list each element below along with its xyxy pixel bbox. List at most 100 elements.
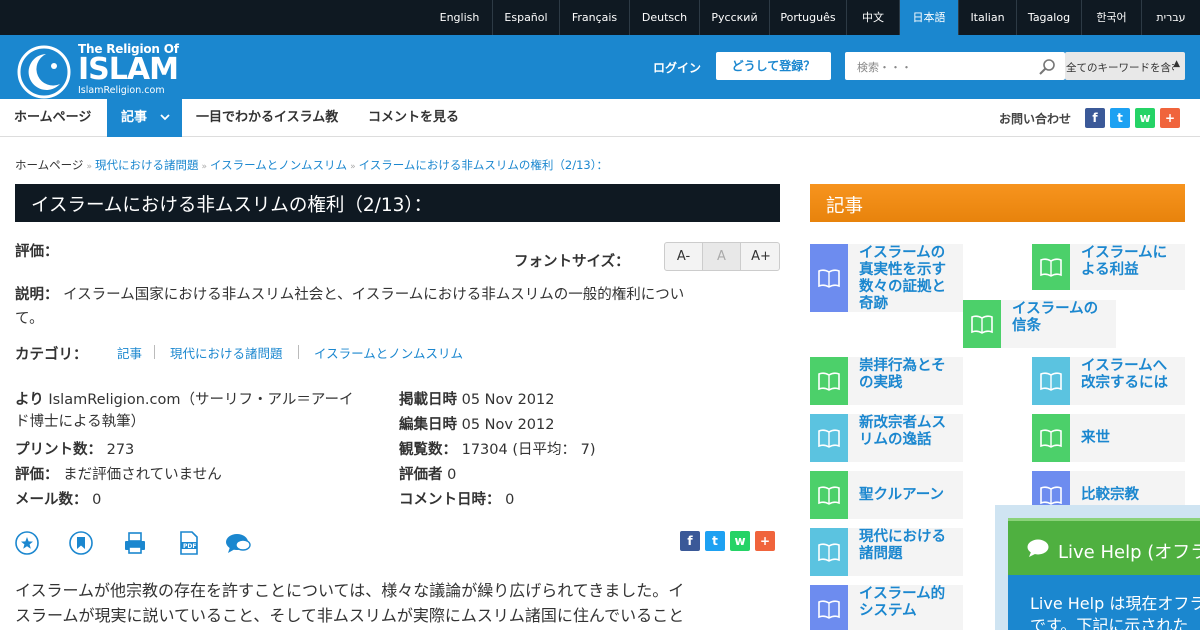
search-scope-select[interactable]: 全てのキーワードを含む ▲ <box>1065 52 1185 80</box>
logo-text-url: IslamReligion.com <box>78 85 165 96</box>
book-icon <box>818 429 840 448</box>
contact-link[interactable]: お問い合わせ <box>999 110 1071 127</box>
sidebar-card-line: 改宗するには <box>1081 375 1168 391</box>
raters-label: 評価者 <box>399 467 443 483</box>
emailed-value: 0 <box>92 492 102 508</box>
comments-icon[interactable] <box>224 530 252 556</box>
lang-hebrew[interactable]: עברית <box>1141 0 1200 35</box>
nav-comments[interactable]: コメントを見る <box>368 99 459 137</box>
lang-portuguese[interactable]: Português <box>769 0 846 35</box>
nav-at-a-glance[interactable]: 一目でわかるイスラム教 <box>196 99 338 137</box>
sidebar-card[interactable]: 聖クルアーン <box>810 471 963 519</box>
emailed-label: メール数： <box>15 492 88 508</box>
live-help-header[interactable]: Live Help (オフライン) <box>1008 518 1200 575</box>
article-body: イスラームが他宗教の存在を許すことについては、様々な議論が繰り広げられてきました… <box>15 578 735 628</box>
sidebar-card-label: 比較宗教 <box>1081 487 1139 504</box>
category-divider <box>154 345 155 359</box>
whatsapp-share-icon[interactable]: w <box>730 531 750 551</box>
main-nav: ホームページ 記事 一目でわかるイスラム教 コメントを見る お問い合わせ f t… <box>0 99 1200 137</box>
lang-italian[interactable]: Italian <box>958 0 1016 35</box>
breadcrumb-nonmuslims[interactable]: イスラームとノンムスリム <box>210 158 347 172</box>
lang-tagalog[interactable]: Tagalog <box>1016 0 1081 35</box>
more-share-icon[interactable]: + <box>755 531 775 551</box>
breadcrumb-current[interactable]: イスラームにおける非ムスリムの権利（2/13）： <box>359 158 608 172</box>
book-icon <box>818 269 840 288</box>
sidebar-card-line: 奇跡 <box>859 296 888 312</box>
login-link[interactable]: ログイン <box>653 59 701 76</box>
pdf-icon[interactable]: PDF <box>176 530 202 556</box>
register-button[interactable]: どうして登録？ <box>716 52 831 80</box>
logo-icon[interactable] <box>16 44 72 100</box>
card-icon-box <box>1032 244 1070 290</box>
sidebar-card[interactable]: 新改宗者ムス リムの逸話 <box>810 414 963 462</box>
favorite-icon[interactable] <box>14 530 40 556</box>
lang-chinese[interactable]: 中文 <box>846 0 899 35</box>
sidebar-card-line: 現代における <box>859 529 946 545</box>
modified-value: 05 Nov 2012 <box>461 417 555 433</box>
lang-korean[interactable]: 한국어 <box>1081 0 1141 35</box>
live-help-title: Live Help (オフライン) <box>1058 542 1200 563</box>
meta-raters: 評価者 0 <box>399 463 456 484</box>
facebook-icon[interactable]: f <box>1085 108 1105 128</box>
live-help-line: です。下記に示された <box>1030 616 1189 630</box>
font-default-button[interactable]: A <box>703 243 741 270</box>
twitter-icon[interactable]: t <box>1110 108 1130 128</box>
sidebar-card-line: 信条 <box>1012 318 1041 334</box>
article-paragraph: イスラームが他宗教の存在を許すことについては、様々な議論が繰り広げられてきました… <box>15 581 685 600</box>
sidebar-card-line: の実践 <box>859 375 903 391</box>
lang-russian[interactable]: Русский <box>699 0 769 35</box>
category-link[interactable]: 現代における諸問題 <box>170 343 283 362</box>
sidebar-card-label: 聖クルアーン <box>859 487 944 504</box>
sidebar-card[interactable]: イスラームへ 改宗するには <box>1032 357 1185 405</box>
category-link[interactable]: イスラームとノンムスリム <box>314 343 463 362</box>
category-link[interactable]: 記事 <box>117 343 142 362</box>
meta-modified: 編集日時 05 Nov 2012 <box>399 413 554 434</box>
search-icon[interactable] <box>1038 58 1056 76</box>
sidebar-card-label: イスラームの 真実性を示す 数々の証拠と 奇跡 <box>859 245 946 313</box>
author-value[interactable]: IslamReligion.com（サーリフ・アル＝アーイ <box>48 392 353 408</box>
sidebar-card[interactable]: イスラームの 信条 <box>963 300 1116 348</box>
sidebar-card[interactable]: イスラーム的 システム <box>810 585 963 630</box>
sidebar-card[interactable]: イスラームの 真実性を示す 数々の証拠と 奇跡 <box>810 244 963 312</box>
card-icon-box <box>1032 357 1070 405</box>
font-decrease-button[interactable]: A- <box>665 243 703 270</box>
search-placeholder: 検索・・・ <box>857 61 912 74</box>
twitter-share-icon[interactable]: t <box>705 531 725 551</box>
sidebar-card[interactable]: 現代における 諸問題 <box>810 528 963 576</box>
nav-home[interactable]: ホームページ <box>14 99 91 137</box>
font-increase-button[interactable]: A+ <box>741 243 779 270</box>
book-icon <box>1040 258 1062 277</box>
lang-japanese[interactable]: 日本語 <box>899 0 958 35</box>
print-icon[interactable] <box>122 530 148 556</box>
sidebar-card-line: リムの逸話 <box>859 432 932 448</box>
bookmark-icon[interactable] <box>68 530 94 556</box>
nav-articles[interactable]: 記事 <box>107 99 182 137</box>
card-icon-box <box>810 471 848 519</box>
card-icon-box <box>810 585 848 630</box>
description: 説明： イスラーム国家における非ムスリム社会と、イスラームにおける非ムスリムの一… <box>15 283 684 304</box>
commented-value: 0 <box>505 492 515 508</box>
meta-rated: 評価： まだ評価されていません <box>15 463 222 484</box>
whatsapp-icon[interactable]: w <box>1135 108 1155 128</box>
share-plus-icon[interactable]: + <box>1160 108 1180 128</box>
breadcrumb-issues[interactable]: 現代における諸問題 <box>95 158 199 172</box>
description-text-cont: て。 <box>15 311 44 327</box>
chevron-right-icon: » <box>86 162 92 172</box>
sidebar-card[interactable]: イスラームに よる利益 <box>1032 244 1185 290</box>
breadcrumb-home[interactable]: ホームページ <box>15 158 83 172</box>
book-icon <box>1040 372 1062 391</box>
lang-german[interactable]: Deutsch <box>629 0 699 35</box>
lang-french[interactable]: Français <box>559 0 629 35</box>
article-title-bar: イスラームにおける非ムスリムの権利（2/13）： <box>15 184 780 222</box>
sidebar-card[interactable]: 崇拝行為とそ の実践 <box>810 357 963 405</box>
font-size-label: フォントサイズ： <box>514 254 630 270</box>
card-icon-box <box>810 414 848 462</box>
sidebar-card[interactable]: 来世 <box>1032 414 1185 462</box>
lang-spanish[interactable]: Español <box>492 0 559 35</box>
lang-english[interactable]: English <box>427 0 492 35</box>
facebook-share-icon[interactable]: f <box>680 531 700 551</box>
search-input[interactable]: 検索・・・ <box>845 52 1065 80</box>
sidebar-card-line: イスラーム的 <box>859 586 946 602</box>
card-icon-box <box>810 528 848 576</box>
printed-value: 273 <box>106 442 135 458</box>
